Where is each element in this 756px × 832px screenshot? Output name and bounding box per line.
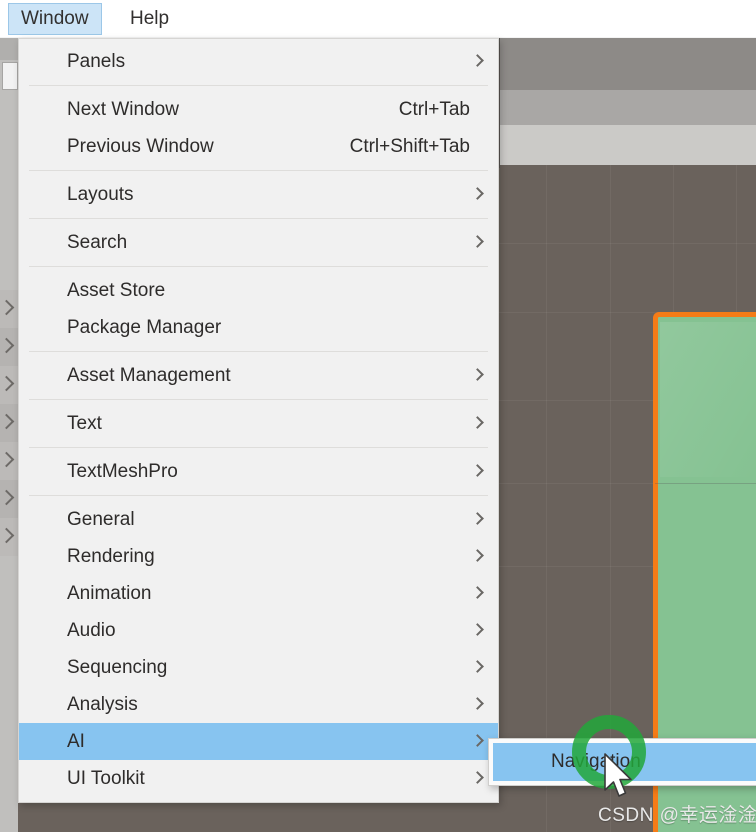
chevron-right-icon <box>0 413 15 430</box>
menu-item-previous-window[interactable]: Previous Window Ctrl+Shift+Tab <box>19 128 498 165</box>
menu-item-label: Next Window <box>67 99 179 120</box>
hierarchy-row[interactable] <box>0 404 18 442</box>
menu-separator <box>29 85 488 86</box>
chevron-right-icon <box>471 416 484 429</box>
menu-item-label: Asset Management <box>67 365 231 386</box>
window-dropdown-menu: Panels Next Window Ctrl+Tab Previous Window… <box>18 38 499 803</box>
menu-item-label: General <box>67 509 135 530</box>
menu-separator <box>29 170 488 171</box>
menubar-item-help[interactable]: Help <box>118 4 181 34</box>
menu-item-label: TextMeshPro <box>67 461 178 482</box>
chevron-right-icon <box>0 337 15 354</box>
chevron-right-icon <box>471 549 484 562</box>
chevron-right-icon <box>471 771 484 784</box>
hierarchy-row[interactable] <box>0 328 18 366</box>
hierarchy-row[interactable] <box>0 290 18 328</box>
hierarchy-search-field[interactable] <box>2 62 18 90</box>
menu-item-analysis[interactable]: Analysis <box>19 686 498 723</box>
chevron-right-icon <box>471 464 484 477</box>
menu-separator <box>29 351 488 352</box>
menu-item-asset-management[interactable]: Asset Management <box>19 357 498 394</box>
menu-separator <box>29 399 488 400</box>
menu-item-ui-toolkit[interactable]: UI Toolkit <box>19 760 498 797</box>
scene-grid-line <box>610 165 611 832</box>
menu-item-label: Search <box>67 232 128 253</box>
scene-object-highlight <box>660 322 756 477</box>
chevron-right-icon <box>0 527 15 544</box>
hierarchy-row-list <box>0 290 18 556</box>
submenu-item-label: Navigation <box>551 751 641 772</box>
menu-item-label: Text <box>67 413 102 434</box>
hierarchy-row[interactable] <box>0 442 18 480</box>
menu-item-label: UI Toolkit <box>67 768 145 789</box>
chevron-right-icon <box>471 235 484 248</box>
hierarchy-panel-header <box>0 38 18 60</box>
menu-item-label: Panels <box>67 51 126 72</box>
hierarchy-row[interactable] <box>0 480 18 518</box>
menu-item-search[interactable]: Search <box>19 224 498 261</box>
menu-item-shortcut: Ctrl+Shift+Tab <box>349 136 470 157</box>
menu-item-label: Asset Store <box>67 280 166 301</box>
menu-item-asset-store[interactable]: Asset Store <box>19 272 498 309</box>
chevron-right-icon <box>471 697 484 710</box>
menu-item-label: AI <box>67 731 85 752</box>
scene-grid-line <box>546 165 547 832</box>
menu-separator <box>29 266 488 267</box>
menu-item-panels[interactable]: Panels <box>19 43 498 80</box>
menubar-item-window[interactable]: Window <box>8 3 102 35</box>
chevron-right-icon <box>471 660 484 673</box>
ai-submenu-panel: Navigation <box>488 738 756 786</box>
menu-item-animation[interactable]: Animation <box>19 575 498 612</box>
application-menubar: Window Help <box>0 0 756 37</box>
chevron-right-icon <box>471 586 484 599</box>
menu-item-text[interactable]: Text <box>19 405 498 442</box>
menu-item-label: Audio <box>67 620 116 641</box>
chevron-right-icon <box>471 54 484 67</box>
menu-item-audio[interactable]: Audio <box>19 612 498 649</box>
menu-item-label: Sequencing <box>67 657 168 678</box>
menu-separator <box>29 495 488 496</box>
chevron-right-icon <box>0 451 15 468</box>
menu-item-shortcut: Ctrl+Tab <box>398 99 470 120</box>
menu-separator <box>29 218 488 219</box>
scene-grid-line <box>498 243 756 244</box>
menu-item-textmeshpro[interactable]: TextMeshPro <box>19 453 498 490</box>
menu-item-sequencing[interactable]: Sequencing <box>19 649 498 686</box>
menu-item-label: Rendering <box>67 546 155 567</box>
chevron-right-icon <box>471 734 484 747</box>
menu-item-package-manager[interactable]: Package Manager <box>19 309 498 346</box>
menu-item-rendering[interactable]: Rendering <box>19 538 498 575</box>
menu-item-next-window[interactable]: Next Window Ctrl+Tab <box>19 91 498 128</box>
chevron-right-icon <box>0 299 15 316</box>
menu-separator <box>29 447 488 448</box>
scene-object-seam <box>655 483 756 484</box>
csdn-watermark: CSDN @幸运淦淦 <box>598 805 756 826</box>
menu-item-layouts[interactable]: Layouts <box>19 176 498 213</box>
chevron-right-icon <box>0 375 15 392</box>
chevron-right-icon <box>0 489 15 506</box>
chevron-right-icon <box>471 512 484 525</box>
chevron-right-icon <box>471 623 484 636</box>
menu-item-ai[interactable]: AI <box>19 723 498 760</box>
chevron-right-icon <box>471 187 484 200</box>
menu-item-general[interactable]: General <box>19 501 498 538</box>
hierarchy-row[interactable] <box>0 518 18 556</box>
menu-item-label: Previous Window <box>67 136 214 157</box>
submenu-item-navigation[interactable]: Navigation <box>493 743 756 781</box>
menu-item-label: Layouts <box>67 184 134 205</box>
menu-item-label: Animation <box>67 583 152 604</box>
menu-item-label: Package Manager <box>67 317 222 338</box>
chevron-right-icon <box>471 368 484 381</box>
menu-item-label: Analysis <box>67 694 138 715</box>
hierarchy-row[interactable] <box>0 366 18 404</box>
